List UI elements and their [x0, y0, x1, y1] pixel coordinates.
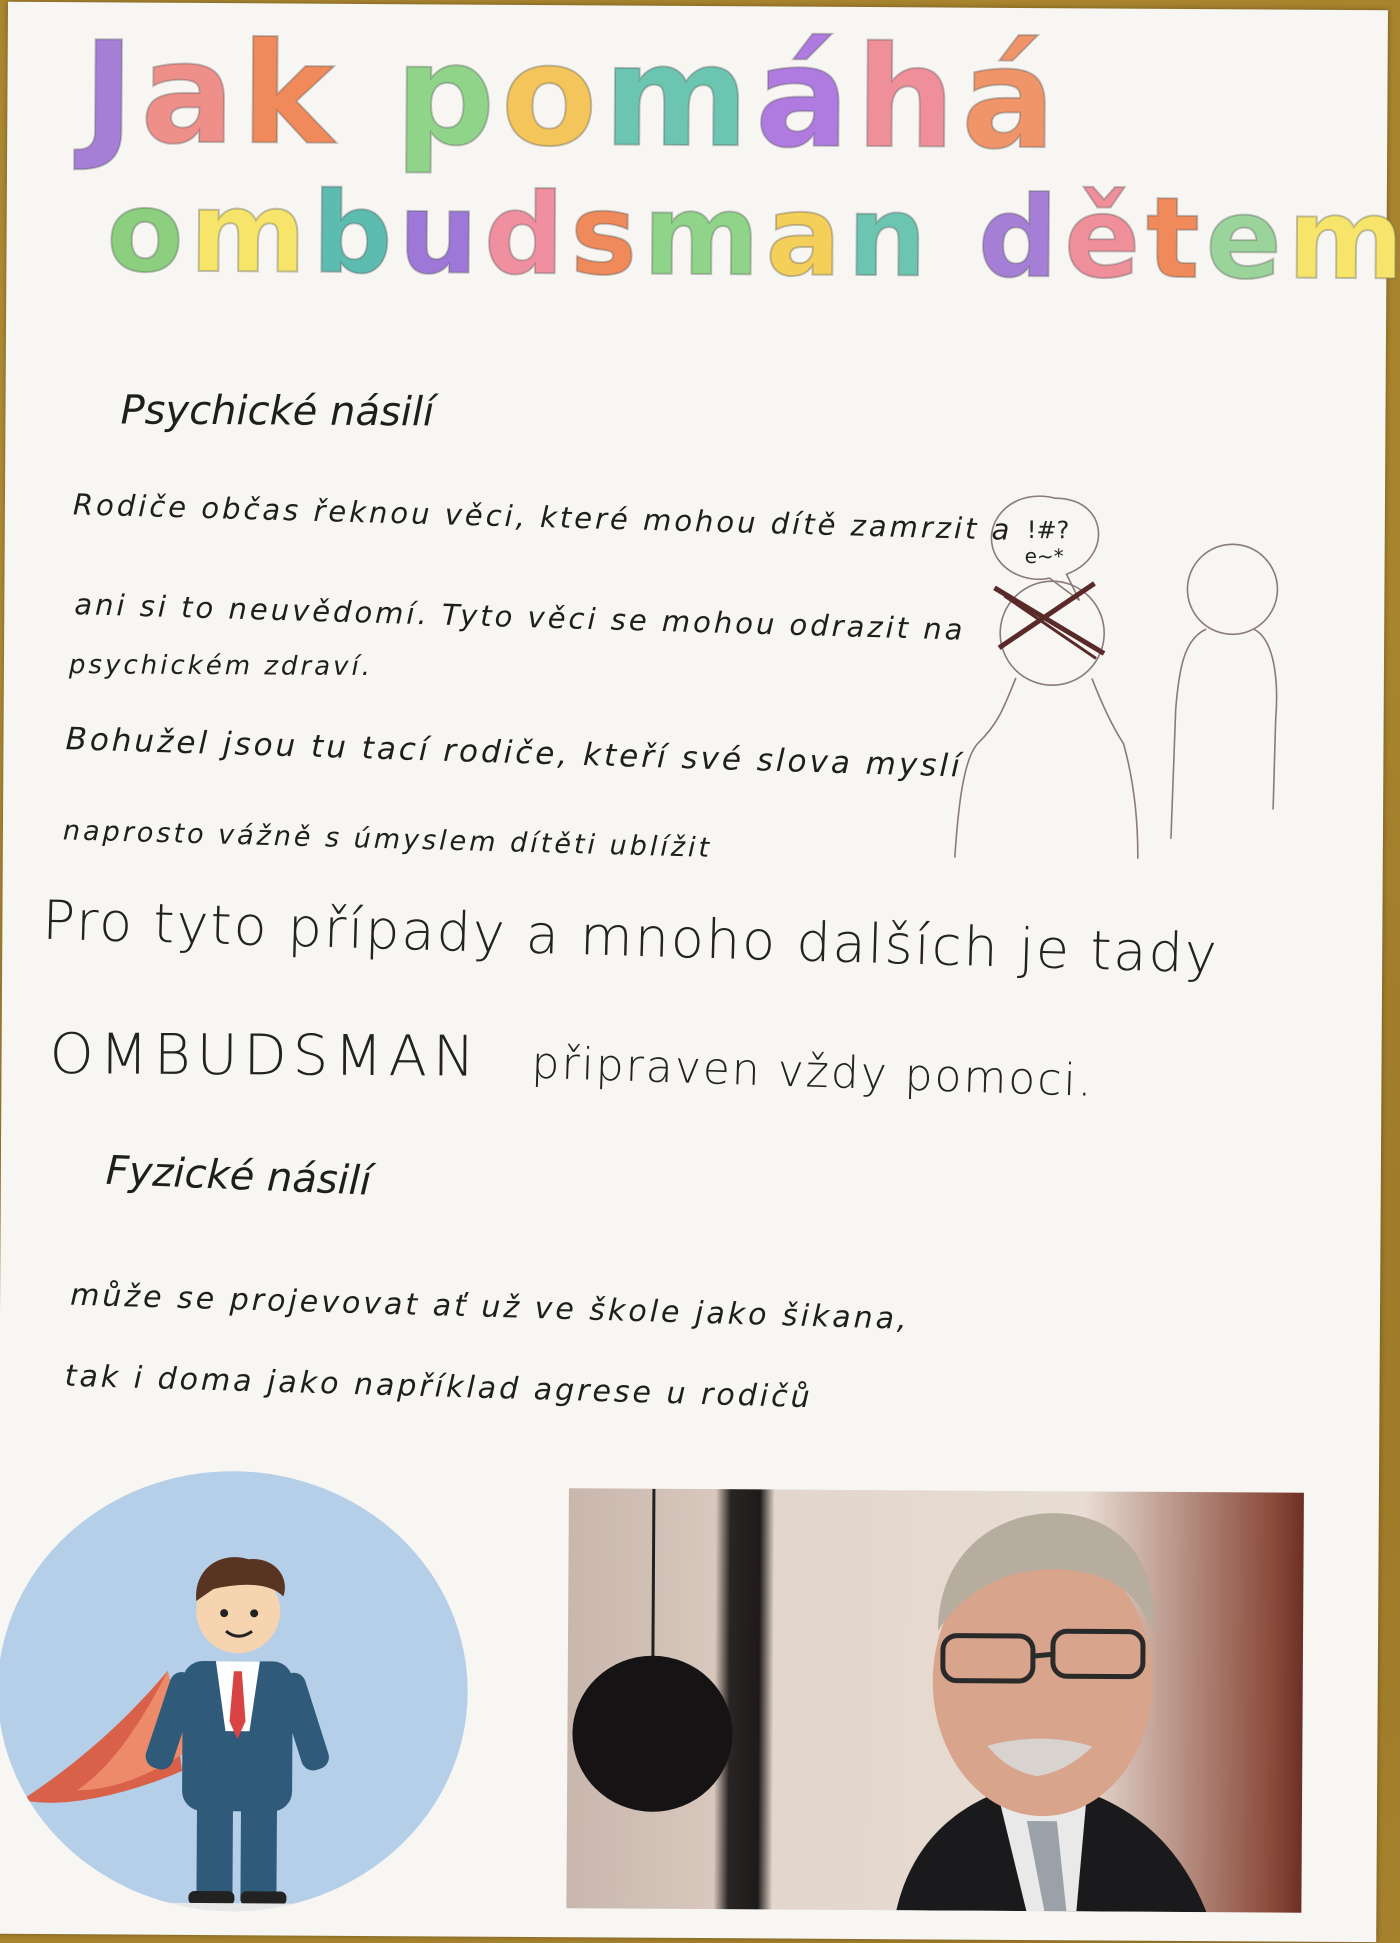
title-letter: h — [854, 16, 963, 182]
poster-title-line2: ombudsman dětem — [105, 166, 1400, 307]
section1-heading: Psychické násilí — [120, 387, 435, 436]
title-letter: d — [483, 169, 572, 302]
title-letter: s — [569, 169, 644, 301]
title-letter: ě — [1063, 172, 1148, 304]
section1-paragraph1-line3: psychickém zdraví. — [68, 650, 374, 683]
title-letter: á — [960, 17, 1063, 183]
section1-paragraph2-line1: Bohužel jsou tu tací rodiče, kteří své s… — [65, 721, 964, 785]
callout-line2: připraven vždy pomoci. — [530, 1037, 1095, 1107]
title-letter — [340, 14, 396, 177]
ombudsman-photo — [566, 1488, 1304, 1913]
figure-left-body — [954, 677, 1139, 859]
poster-title-line1: Jak pomáhá — [81, 11, 1400, 183]
title-letter: J — [81, 11, 142, 176]
sketch-two-figures: !#? e~* — [954, 495, 1279, 859]
section2-heading: Fyzické násilí — [105, 1147, 372, 1205]
section2-line2: tak i doma jako například agrese u rodič… — [64, 1358, 814, 1416]
figure-left-head — [999, 580, 1105, 686]
section1-paragraph2-line2: naprosto vážně s úmyslem dítěti ublížit — [62, 815, 713, 864]
cross-out-mark — [993, 581, 1106, 660]
title-letter: m — [642, 170, 767, 303]
title-letter: m — [1286, 174, 1400, 307]
superhero-clipart — [0, 1469, 470, 1913]
title-letter: u — [397, 168, 486, 301]
title-letter: a — [139, 12, 242, 178]
title-letter: o — [500, 14, 605, 180]
title-letter: t — [1145, 173, 1207, 305]
title-letter: p — [393, 13, 502, 179]
title-letter: b — [311, 168, 400, 301]
figure-right-head — [1186, 543, 1279, 636]
callout-line1: Pro tyto případy a mnoho dalších je tady — [41, 888, 1220, 986]
title-letter: á — [754, 15, 857, 181]
title-letter: n — [846, 171, 935, 304]
title-letter: a — [764, 170, 848, 302]
title-letter: e — [1204, 173, 1289, 305]
title-letter: d — [977, 172, 1066, 305]
section2-line1: může se projevovat ať už ve škole jako š… — [69, 1277, 911, 1337]
speech-bubble-text2: e~* — [1025, 544, 1064, 568]
title-letter: o — [105, 166, 191, 299]
poster: Jak pomáhá ombudsman dětem Psychické nás… — [0, 1, 1400, 1943]
figure-right-body — [1170, 628, 1278, 839]
title-letter: m — [602, 14, 757, 180]
title-letter: k — [240, 12, 342, 178]
title-letter — [933, 172, 979, 302]
section1-paragraph1-line2: ani si to neuvědomí. Tyto věci se mohou … — [73, 587, 966, 647]
section1-paragraph1-line1: Rodiče občas řeknou věci, které mohou dí… — [72, 487, 1013, 547]
callout-ombudsman: OMBUDSMAN — [49, 1022, 482, 1090]
speech-bubble-text: !#? — [1027, 516, 1070, 544]
title-letter: m — [188, 167, 313, 300]
superhero-illustration — [0, 1557, 467, 1913]
portrait-photo — [572, 1488, 1207, 1913]
